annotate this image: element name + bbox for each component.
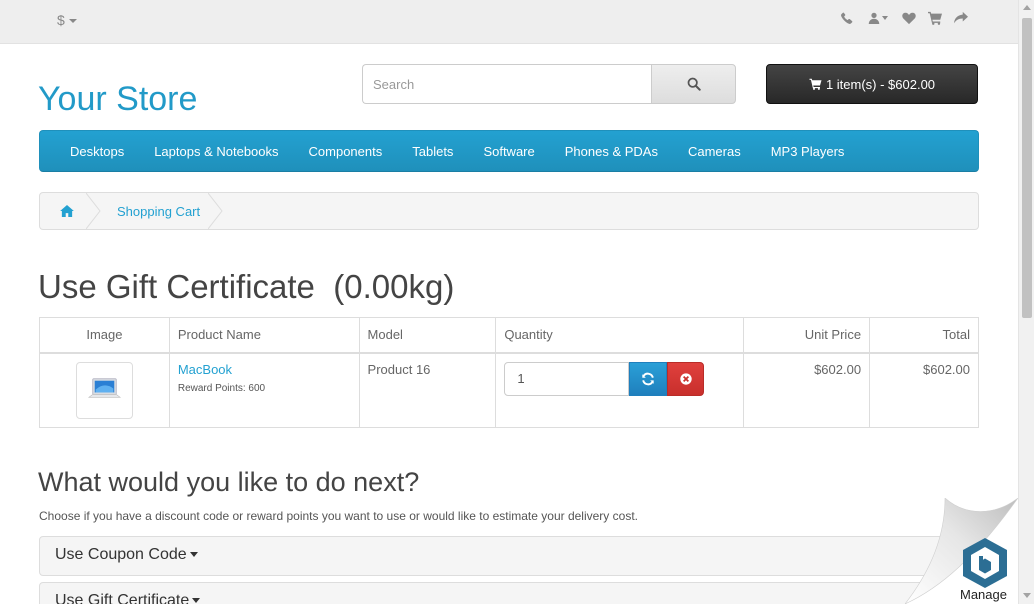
search-input[interactable]: [362, 64, 651, 104]
product-image-cell: [39, 352, 170, 428]
search-bar: [362, 64, 736, 104]
scroll-down-icon[interactable]: [1023, 593, 1031, 598]
column-header-image: Image: [39, 317, 170, 354]
product-name-cell: MacBook Reward Points: 600: [168, 352, 360, 428]
search-icon: [687, 77, 701, 91]
menu-item-desktops[interactable]: Desktops: [55, 144, 139, 159]
menu-item-laptops[interactable]: Laptops & Notebooks: [139, 144, 293, 159]
search-button[interactable]: [651, 64, 736, 104]
caret-down-icon: [68, 19, 77, 24]
manage-label: Manage: [960, 587, 1007, 602]
top-links: [840, 11, 968, 25]
column-header-quantity: Quantity: [495, 317, 745, 354]
cart-table: Image Product Name Model Quantity Unit P…: [39, 317, 979, 428]
menu-item-cameras[interactable]: Cameras: [673, 144, 756, 159]
cart-total-label: 1 item(s) - $602.00: [825, 76, 936, 92]
cart-icon: [809, 78, 822, 90]
store-logo[interactable]: Your Store: [38, 80, 197, 119]
table-row: MacBook Reward Points: 600 Product 16 $6…: [39, 352, 979, 428]
heart-icon[interactable]: [902, 11, 916, 25]
remove-icon: [679, 372, 692, 385]
table-header-row: Image Product Name Model Quantity Unit P…: [39, 317, 979, 354]
breadcrumb-home[interactable]: [60, 193, 74, 229]
model-cell: Product 16: [358, 352, 497, 428]
laptop-image: [87, 377, 121, 398]
scroll-thumb[interactable]: [1022, 18, 1032, 318]
user-icon[interactable]: [866, 11, 890, 25]
unit-price-cell: $602.00: [743, 352, 871, 428]
coupon-panel-label: Use Coupon Code: [55, 546, 187, 563]
breadcrumb: Shopping Cart: [39, 192, 979, 230]
page-title: Use Gift Certificate (0.00kg): [38, 268, 455, 305]
column-header-unit-price: Unit Price: [743, 317, 871, 354]
gift-certificate-panel-label: Use Gift Certificate: [55, 592, 190, 604]
column-header-product-name: Product Name: [168, 317, 360, 354]
scrollbar[interactable]: [1018, 0, 1034, 604]
home-icon: [60, 205, 74, 217]
manage-widget[interactable]: Manage: [905, 498, 1018, 604]
column-header-total: Total: [869, 317, 979, 354]
menu-item-tablets[interactable]: Tablets: [397, 144, 468, 159]
currency-dropdown[interactable]: $: [57, 12, 77, 28]
phone-icon[interactable]: [840, 11, 854, 25]
menu-item-software[interactable]: Software: [468, 144, 549, 159]
quantity-group: [504, 361, 705, 396]
cart-icon[interactable]: [928, 11, 942, 25]
breadcrumb-separator: [207, 192, 224, 230]
update-button[interactable]: [629, 361, 667, 396]
caret-down-icon: [882, 16, 888, 20]
total-cell: $602.00: [869, 352, 979, 428]
share-icon[interactable]: [954, 11, 968, 25]
gift-certificate-panel-toggle[interactable]: Use Gift Certificate: [39, 582, 979, 604]
caret-down-icon: [192, 598, 201, 604]
breadcrumb-shopping-cart[interactable]: Shopping Cart: [117, 193, 200, 229]
quantity-cell: [495, 352, 745, 428]
scroll-up-icon[interactable]: [1023, 5, 1031, 10]
reward-points: Reward Points: 600: [177, 382, 266, 394]
cart-total-button[interactable]: 1 item(s) - $602.00: [766, 64, 978, 104]
remove-button[interactable]: [666, 361, 705, 396]
coupon-panel-toggle[interactable]: Use Coupon Code: [39, 536, 979, 576]
product-link[interactable]: MacBook: [178, 362, 232, 377]
breadcrumb-separator: [85, 192, 102, 230]
top-bar: $: [0, 0, 1018, 44]
currency-symbol: $: [57, 12, 65, 28]
main-menu: Desktops Laptops & Notebooks Components …: [39, 130, 979, 172]
next-section-description: Choose if you have a discount code or re…: [39, 509, 638, 523]
menu-item-components[interactable]: Components: [294, 144, 398, 159]
menu-item-phones[interactable]: Phones & PDAs: [550, 144, 673, 159]
caret-down-icon: [189, 552, 198, 558]
column-header-model: Model: [358, 317, 497, 354]
next-section-title: What would you like to do next?: [38, 467, 420, 497]
menu-item-mp3[interactable]: MP3 Players: [756, 144, 860, 159]
refresh-icon: [642, 372, 654, 385]
quantity-input[interactable]: [504, 361, 630, 396]
product-thumbnail[interactable]: [75, 361, 133, 419]
